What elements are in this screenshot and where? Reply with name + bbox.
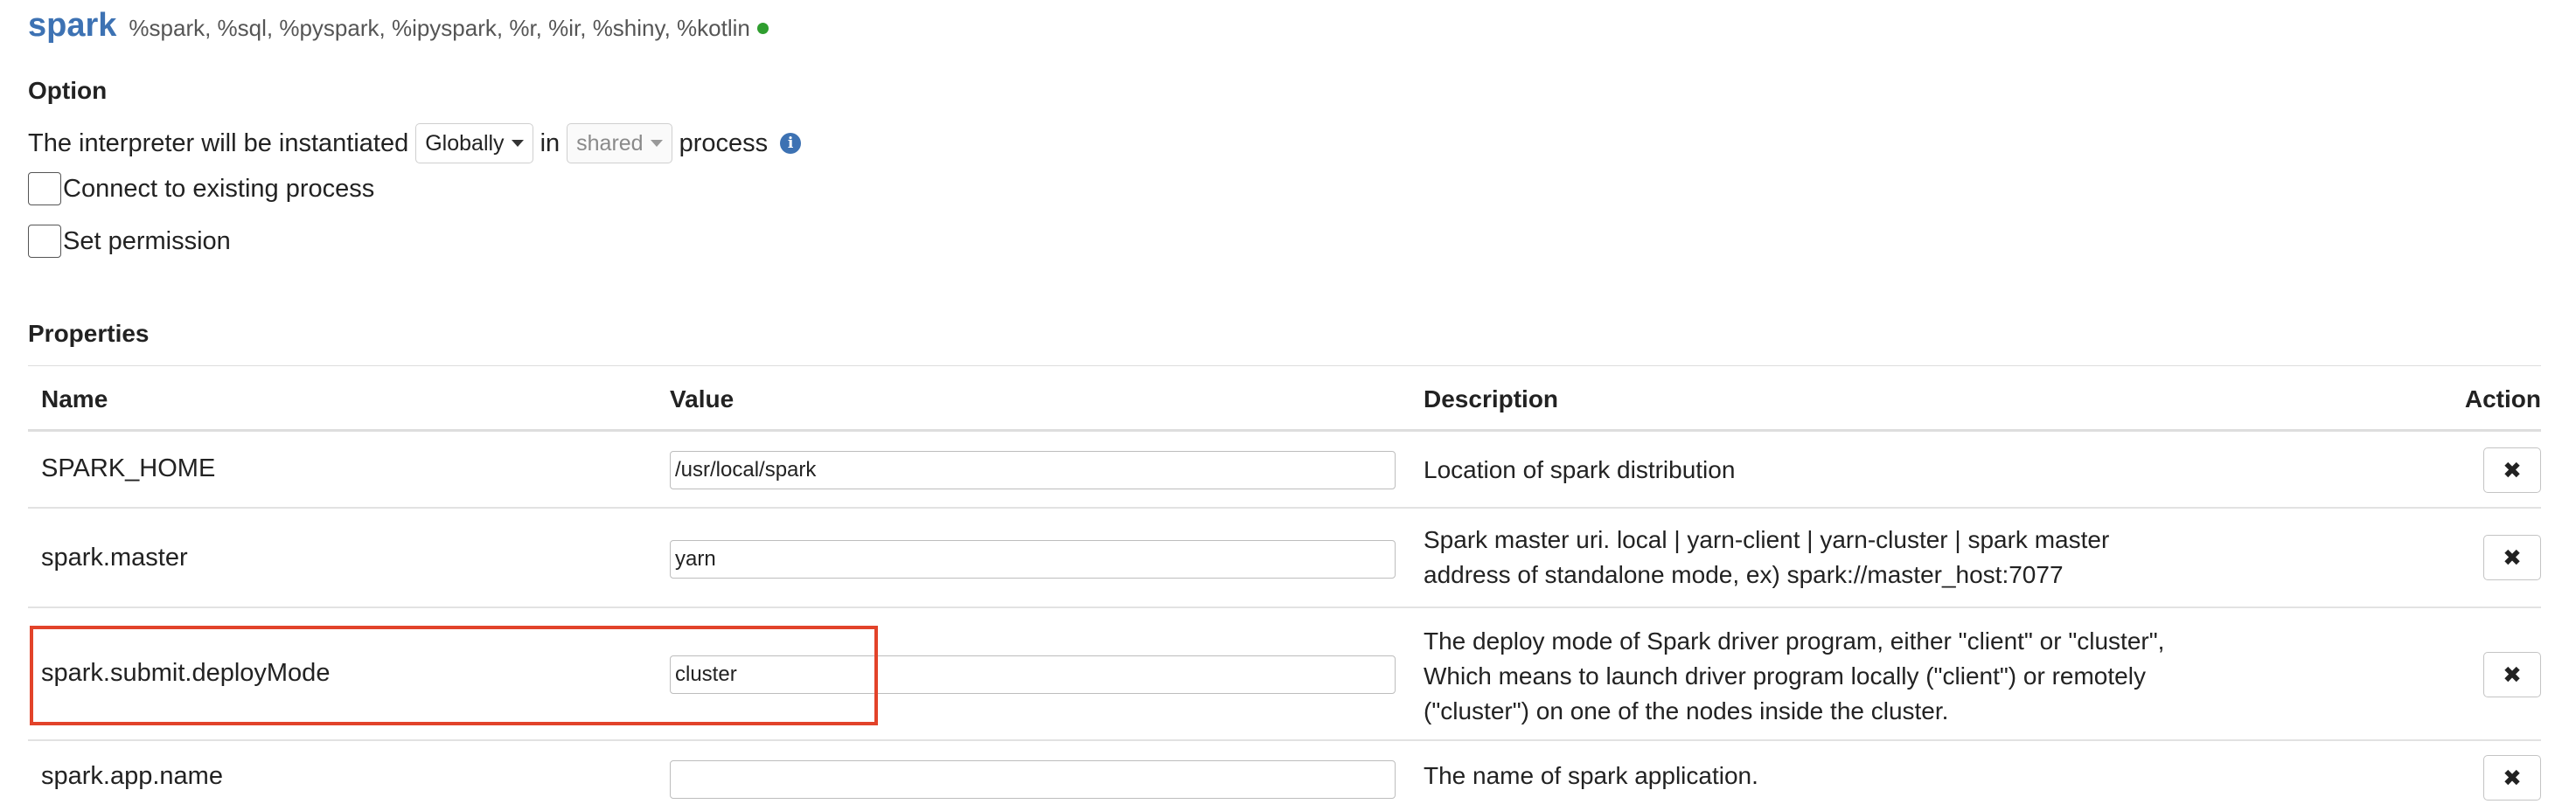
column-header-value: Value — [670, 385, 735, 412]
property-description: Spark master uri. local | yarn-client | … — [1424, 526, 2110, 588]
process-text: process — [679, 128, 769, 157]
property-name: SPARK_HOME — [41, 454, 216, 482]
table-row: spark.submit.deployMode The deploy mode … — [28, 608, 2541, 741]
property-description: The deploy mode of Spark driver program,… — [1424, 627, 2165, 724]
close-icon: ✖ — [2503, 764, 2522, 791]
property-name: spark.master — [41, 544, 188, 572]
property-description: Location of spark distribution — [1424, 456, 1736, 483]
close-icon: ✖ — [2503, 661, 2522, 688]
set-permission-checkbox[interactable] — [28, 225, 61, 258]
instantiation-row: The interpreter will be instantiated Glo… — [28, 122, 802, 164]
property-description: The name of spark application. — [1424, 762, 1758, 789]
close-icon: ✖ — [2503, 544, 2522, 571]
info-icon[interactable]: i — [780, 133, 802, 154]
interpreter-header: spark %spark, %sql, %pyspark, %ipyspark,… — [28, 7, 769, 51]
column-header-name: Name — [41, 385, 108, 412]
property-name: spark.submit.deployMode — [41, 659, 331, 687]
remove-property-button[interactable]: ✖ — [2483, 535, 2541, 580]
set-permission-option[interactable]: Set permission — [28, 222, 231, 260]
connect-existing-process-option[interactable]: Connect to existing process — [28, 170, 374, 208]
scope-dropdown-label: Globally — [425, 130, 505, 156]
column-header-description: Description — [1424, 385, 1559, 412]
property-value-input[interactable] — [670, 540, 1396, 579]
caret-down-icon — [511, 140, 524, 147]
mode-dropdown-label: shared — [576, 130, 644, 156]
properties-section-title: Properties — [28, 320, 150, 347]
interpreter-settings-page: spark %spark, %sql, %pyspark, %ipyspark,… — [28, 0, 2541, 801]
property-name: spark.app.name — [41, 762, 223, 790]
status-dot-icon — [756, 23, 769, 34]
connect-existing-process-checkbox[interactable] — [28, 172, 61, 205]
mode-dropdown[interactable]: shared — [567, 123, 672, 163]
property-value-input[interactable] — [670, 655, 1396, 694]
caret-down-icon — [650, 140, 663, 147]
interpreter-groups: %spark, %sql, %pyspark, %ipyspark, %r, %… — [129, 15, 750, 41]
property-value-input[interactable] — [670, 760, 1396, 799]
instantiated-prefix-text: The interpreter will be instantiated — [28, 128, 409, 157]
remove-property-button[interactable]: ✖ — [2483, 447, 2541, 493]
table-row: spark.master Spark master uri. local | y… — [28, 509, 2541, 608]
remove-property-button[interactable]: ✖ — [2483, 755, 2541, 801]
table-header: Name Value Description Action — [28, 365, 2541, 432]
in-text: in — [540, 128, 560, 157]
set-permission-label: Set permission — [63, 226, 231, 255]
connect-existing-process-label: Connect to existing process — [63, 174, 375, 203]
close-icon: ✖ — [2503, 456, 2522, 483]
remove-property-button[interactable]: ✖ — [2483, 652, 2541, 697]
scope-dropdown[interactable]: Globally — [415, 123, 533, 163]
interpreter-name[interactable]: spark — [28, 7, 116, 45]
property-value-input[interactable] — [670, 451, 1396, 489]
table-row: SPARK_HOME Location of spark distributio… — [28, 432, 2541, 509]
column-header-action: Action — [2464, 385, 2541, 412]
option-section-title: Option — [28, 77, 108, 104]
table-row: spark.app.name The name of spark applica… — [28, 741, 2541, 811]
